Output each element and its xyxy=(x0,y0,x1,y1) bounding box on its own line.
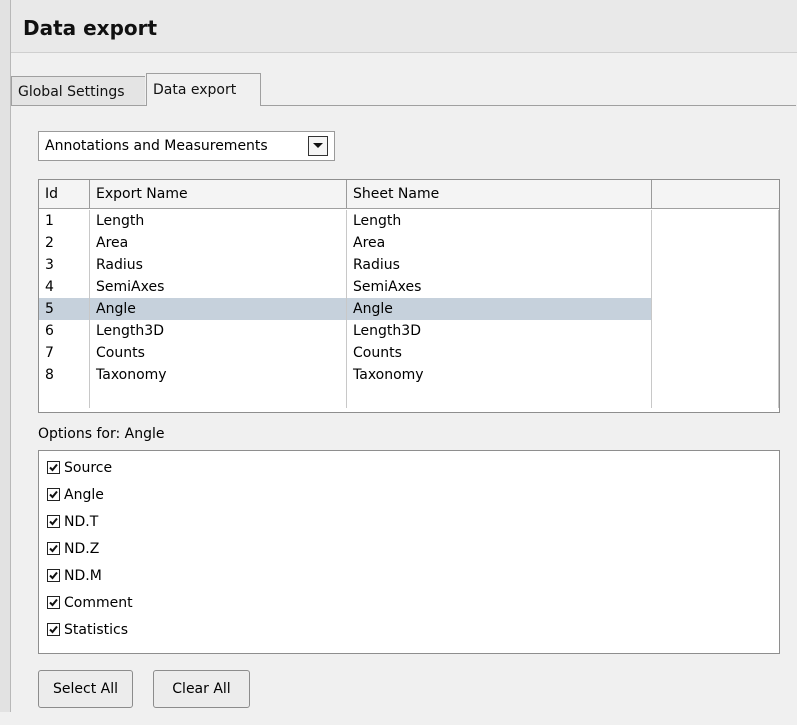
column-header-id[interactable]: Id xyxy=(39,180,90,208)
column-header-export-name[interactable]: Export Name xyxy=(90,180,347,208)
table-row[interactable]: 7 Counts Counts xyxy=(39,342,779,364)
cell-export-name[interactable]: SemiAxes xyxy=(90,276,347,298)
option-label: ND.T xyxy=(64,514,99,530)
check-icon xyxy=(49,517,58,526)
table-header: Id Export Name Sheet Name xyxy=(39,180,779,209)
cell-id[interactable]: 8 xyxy=(39,364,90,386)
option-checkbox[interactable] xyxy=(47,542,60,555)
cell-empty xyxy=(652,342,779,364)
cell-empty xyxy=(652,320,779,342)
option-checkbox[interactable] xyxy=(47,515,60,528)
table-row[interactable]: 4 SemiAxes SemiAxes xyxy=(39,276,779,298)
cell-empty xyxy=(347,386,652,408)
option-label: ND.Z xyxy=(64,541,100,557)
option-label: ND.M xyxy=(64,568,102,584)
check-icon xyxy=(49,598,58,607)
cell-id[interactable]: 7 xyxy=(39,342,90,364)
cell-empty xyxy=(652,232,779,254)
cell-export-name[interactable]: Radius xyxy=(90,254,347,276)
table-row-empty xyxy=(39,386,779,408)
cell-export-name[interactable]: Counts xyxy=(90,342,347,364)
cell-empty xyxy=(90,386,347,408)
check-icon xyxy=(49,625,58,634)
cell-sheet-name[interactable]: Counts xyxy=(347,342,652,364)
tab-global-settings[interactable]: Global Settings xyxy=(11,76,145,105)
cell-sheet-name[interactable]: Angle xyxy=(347,298,652,320)
table-row[interactable]: 5 Angle Angle xyxy=(39,298,779,320)
check-icon xyxy=(49,544,58,553)
cell-id[interactable]: 3 xyxy=(39,254,90,276)
window-frame-left xyxy=(0,0,11,712)
cell-sheet-name[interactable]: Taxonomy xyxy=(347,364,652,386)
table-row[interactable]: 2 Area Area xyxy=(39,232,779,254)
cell-empty xyxy=(652,210,779,232)
table-row[interactable]: 3 Radius Radius xyxy=(39,254,779,276)
cell-id[interactable]: 4 xyxy=(39,276,90,298)
cell-export-name[interactable]: Angle xyxy=(90,298,347,320)
select-all-button[interactable]: Select All xyxy=(38,670,133,708)
cell-empty xyxy=(652,364,779,386)
cell-empty xyxy=(652,386,779,408)
cell-sheet-name[interactable]: Length3D xyxy=(347,320,652,342)
option-checkbox[interactable] xyxy=(47,488,60,501)
option-label: Source xyxy=(64,460,113,476)
cell-id[interactable]: 6 xyxy=(39,320,90,342)
option-checkbox[interactable] xyxy=(47,461,60,474)
export-type-selected: Annotations and Measurements xyxy=(45,138,268,154)
export-type-dropdown[interactable]: Annotations and Measurements xyxy=(38,131,335,161)
cell-empty xyxy=(652,276,779,298)
cell-id[interactable]: 2 xyxy=(39,232,90,254)
options-label: Options for: Angle xyxy=(38,426,165,442)
cell-id[interactable]: 5 xyxy=(39,298,90,320)
column-header-empty xyxy=(652,180,779,208)
dropdown-button[interactable] xyxy=(308,136,328,156)
cell-sheet-name[interactable]: Area xyxy=(347,232,652,254)
cell-sheet-name[interactable]: SemiAxes xyxy=(347,276,652,298)
options-list: Source Angle ND.T ND.Z ND.M Comment Statistics xyxy=(38,450,780,654)
cell-export-name[interactable]: Length xyxy=(90,210,347,232)
cell-id[interactable]: 1 xyxy=(39,210,90,232)
page-title: Data export xyxy=(23,16,158,40)
check-icon xyxy=(49,463,58,472)
tab-data-export[interactable]: Data export xyxy=(146,73,261,106)
option-label: Statistics xyxy=(64,622,128,638)
cell-sheet-name[interactable]: Radius xyxy=(347,254,652,276)
check-icon xyxy=(49,571,58,580)
option-label: Angle xyxy=(64,487,104,503)
option-checkbox[interactable] xyxy=(47,569,60,582)
cell-sheet-name[interactable]: Length xyxy=(347,210,652,232)
cell-export-name[interactable]: Taxonomy xyxy=(90,364,347,386)
column-header-sheet-name[interactable]: Sheet Name xyxy=(347,180,652,208)
page-header: Data export xyxy=(11,0,797,53)
option-checkbox[interactable] xyxy=(47,623,60,636)
clear-all-button[interactable]: Clear All xyxy=(153,670,250,708)
option-checkbox[interactable] xyxy=(47,596,60,609)
chevron-down-icon xyxy=(313,143,323,148)
table-row[interactable]: 6 Length3D Length3D xyxy=(39,320,779,342)
table-row[interactable]: 8 Taxonomy Taxonomy xyxy=(39,364,779,386)
cell-export-name[interactable]: Area xyxy=(90,232,347,254)
cell-empty xyxy=(652,298,779,320)
cell-export-name[interactable]: Length3D xyxy=(90,320,347,342)
check-icon xyxy=(49,490,58,499)
table-row[interactable]: 1 Length Length xyxy=(39,210,779,232)
option-label: Comment xyxy=(64,595,133,611)
cell-empty xyxy=(652,254,779,276)
cell-empty xyxy=(39,386,90,408)
export-table: Id Export Name Sheet Name 1 Length Length 2… xyxy=(38,179,780,413)
